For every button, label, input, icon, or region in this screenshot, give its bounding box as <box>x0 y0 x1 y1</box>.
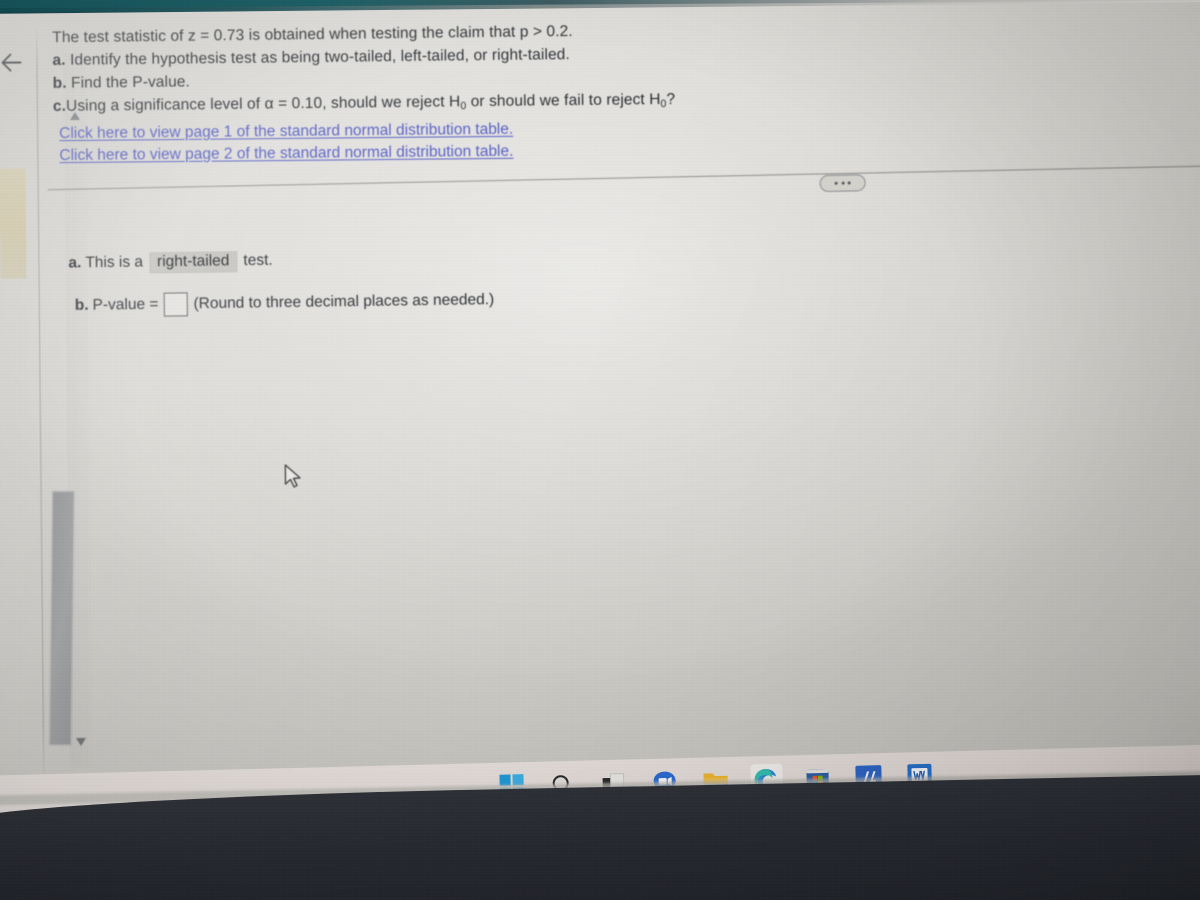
answer-a-label: a. <box>68 254 82 272</box>
part-c-label: c. <box>52 97 67 115</box>
part-b-label: b. <box>52 74 67 92</box>
question-statement: The test statistic of z = 0.73 is obtain… <box>52 20 853 121</box>
part-a-label: a. <box>52 51 66 69</box>
part-c-text-1: Using a significance level of <box>65 95 265 115</box>
link-normal-table-page-2[interactable]: Click here to view page 2 of the standar… <box>59 143 513 166</box>
part-b-text: Find the P-value. <box>70 73 191 92</box>
overflow-menu-button[interactable] <box>819 174 866 193</box>
reference-links: Click here to view page 1 of the standar… <box>59 121 513 170</box>
dot-2 <box>841 181 845 185</box>
part-c-text-2: α = 0.10, should we reject H <box>264 93 461 113</box>
link-normal-table-page-1[interactable]: Click here to view page 1 of the standar… <box>59 121 513 144</box>
question-part-c: c.Using a significance level of α = 0.10… <box>53 88 853 118</box>
answer-b-hint: (Round to three decimal places as needed… <box>193 291 495 313</box>
vertical-scrollbar-thumb[interactable] <box>49 491 75 746</box>
section-divider <box>47 165 1200 191</box>
left-side-panel-sliver <box>0 168 27 279</box>
mouse-cursor-icon <box>282 463 304 491</box>
answer-b-label: b. <box>74 296 89 314</box>
part-c-text-4: ? <box>666 90 676 108</box>
answer-a-suffix: test. <box>243 251 273 270</box>
photographed-monitor-screenshot: The test statistic of z = 0.73 is obtain… <box>0 0 1200 900</box>
answer-a-prefix: This is a <box>85 253 144 272</box>
answer-b-prefix: P-value = <box>92 295 159 314</box>
screen-surface: The test statistic of z = 0.73 is obtain… <box>0 1 1200 838</box>
dot-1 <box>834 181 838 185</box>
back-arrow-icon[interactable] <box>0 45 31 79</box>
part-a-text: Identify the hypothesis test as being tw… <box>69 46 570 69</box>
answer-row-b: b. P-value = (Round to three decimal pla… <box>75 288 495 318</box>
browser-page-content: The test statistic of z = 0.73 is obtain… <box>0 2 1200 813</box>
p-value-input[interactable] <box>163 292 188 317</box>
tail-type-select[interactable]: right-tailed <box>148 251 238 274</box>
dot-3 <box>847 181 851 185</box>
panel-divider-rule <box>36 25 45 786</box>
scroll-down-arrow-icon[interactable] <box>73 735 89 749</box>
part-c-text-3: or should we fail to reject H <box>466 91 661 111</box>
answer-row-a: a. This is a right-tailed test. <box>68 251 273 275</box>
